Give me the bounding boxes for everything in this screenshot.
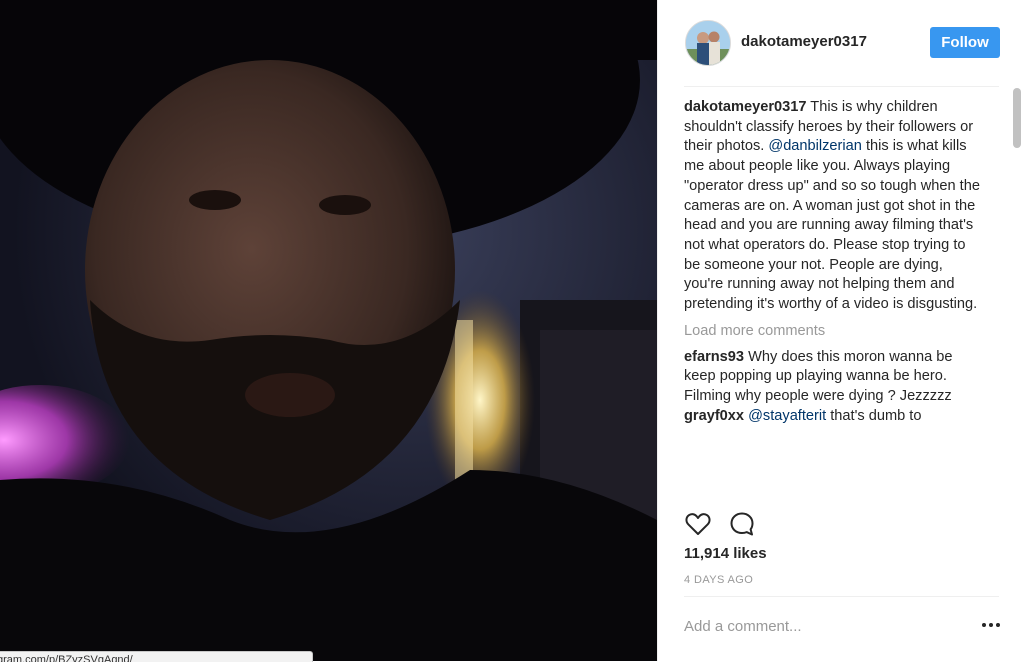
divider <box>684 596 999 597</box>
post-author-username[interactable]: dakotameyer0317 <box>741 33 867 50</box>
comment-author[interactable]: grayf0xx <box>684 408 744 424</box>
post-sidebar: dakotameyer0317 Follow dakotameyer0317 T… <box>657 0 1024 661</box>
comment-input[interactable] <box>684 613 964 639</box>
caption-mention-link[interactable]: @danbilzerian <box>768 138 862 154</box>
avatar[interactable] <box>685 20 731 66</box>
post-video[interactable] <box>0 0 657 661</box>
comment-author[interactable]: efarns93 <box>684 349 744 365</box>
video-frame-image <box>0 0 657 661</box>
follow-button[interactable]: Follow <box>930 27 1000 58</box>
load-more-comments-link[interactable]: Load more comments <box>684 322 984 341</box>
heart-icon[interactable] <box>684 510 712 538</box>
comment-text: that's dumb to <box>826 407 922 424</box>
avatar-image <box>686 21 730 65</box>
post-actions <box>684 510 984 538</box>
likes-count[interactable]: 11,914 likes <box>684 545 767 562</box>
post-header: dakotameyer0317 Follow <box>658 0 1024 86</box>
comments-list[interactable]: dakotameyer0317 This is why children sho… <box>684 98 984 496</box>
comment-item: efarns93 Why does this moron wanna be ke… <box>684 348 984 407</box>
comment-mention-link[interactable]: @stayafterit <box>748 408 826 424</box>
caption-text-end: this is what kills me about people like … <box>684 138 980 313</box>
divider <box>684 86 999 87</box>
browser-status-bar: gram.com/p/BZyzSVgAgnd/ <box>0 651 313 662</box>
comments-scrollbar[interactable] <box>1013 88 1021 148</box>
speech-bubble-icon[interactable] <box>728 510 756 538</box>
post-caption: dakotameyer0317 This is why children sho… <box>684 98 984 315</box>
caption-author[interactable]: dakotameyer0317 <box>684 99 807 115</box>
comment-item: grayf0xx @stayafterit that's dumb to <box>684 407 984 427</box>
post-timestamp[interactable]: 4 DAYS AGO <box>684 574 753 586</box>
ellipsis-icon[interactable] <box>980 617 1002 633</box>
